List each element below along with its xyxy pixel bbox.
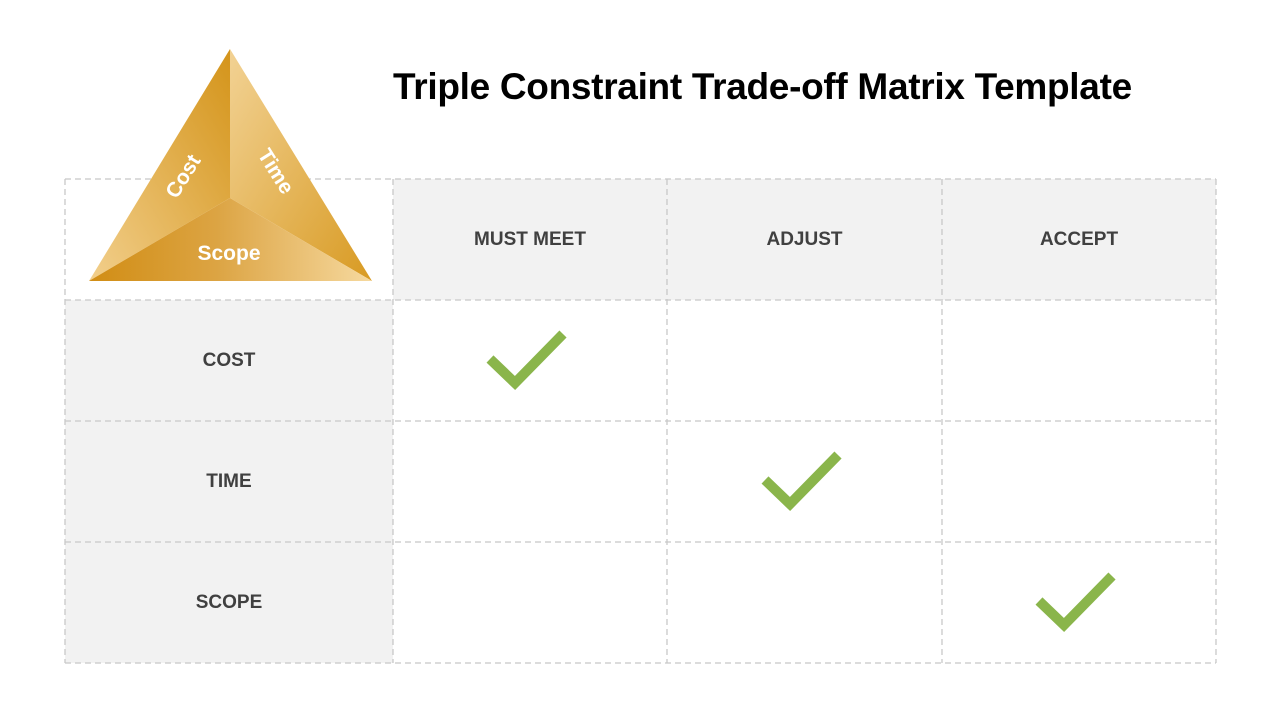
triangle-label-scope: Scope — [197, 242, 260, 265]
checkmark-icon — [761, 451, 842, 511]
checkmark-icon — [1035, 572, 1116, 632]
page-title: Triple Constraint Trade-off Matrix Templ… — [393, 66, 1132, 107]
checkmark-icon — [486, 330, 567, 390]
